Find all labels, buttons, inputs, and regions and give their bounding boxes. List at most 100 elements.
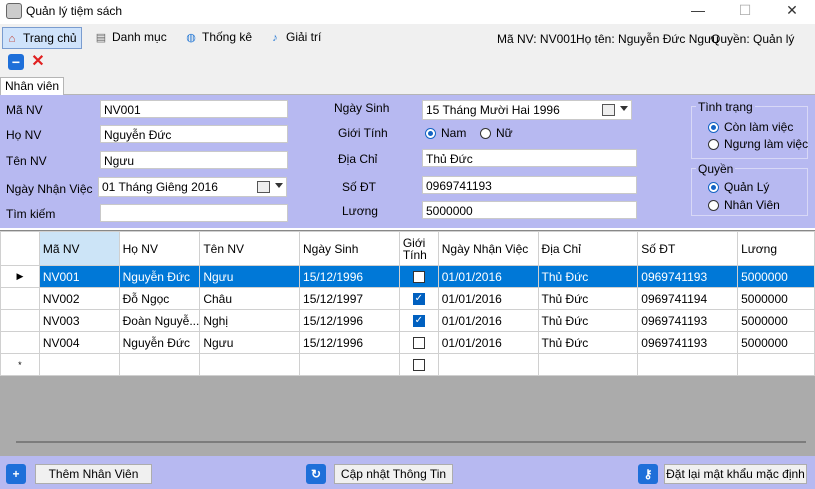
menu-item-danh-muc[interactable]: ▤ Danh mục	[92, 27, 171, 47]
nhan-vien-radio[interactable]: Nhân Viên	[708, 198, 780, 212]
table-cell-ngay-nv[interactable]: 01/01/2016	[437, 265, 539, 288]
table-cell-ho[interactable]: Đỗ Ngọc	[118, 287, 201, 310]
table-row[interactable]: ▶ NV001 Nguyễn Đức Ngưu 15/12/1996 01/01/2016…	[0, 265, 815, 288]
table-cell-sdt[interactable]: 0969741193	[637, 331, 739, 354]
table-cell-gioi-tinh[interactable]	[398, 265, 439, 288]
table-cell[interactable]	[737, 353, 815, 376]
table-cell-ngay-sinh[interactable]: 15/12/1996	[299, 265, 400, 288]
table-cell-ngay-sinh[interactable]: 15/12/1997	[299, 287, 400, 310]
ngung-lam-viec-radio[interactable]: Ngưng làm việc	[708, 137, 808, 151]
table-cell[interactable]	[199, 353, 301, 376]
add-icon[interactable]: +	[6, 464, 26, 484]
table-cell-ngay-nv[interactable]: 01/01/2016	[437, 287, 539, 310]
so-dt-input[interactable]: 0969741193	[422, 176, 637, 194]
table-cell-dia-chi[interactable]: Thủ Đức	[537, 309, 639, 332]
column-header-ngay-sinh[interactable]: Ngày Sinh	[299, 231, 400, 266]
search-input[interactable]	[100, 204, 288, 222]
table-cell-ho[interactable]: Đoàn Nguyễ...	[118, 309, 201, 332]
table-cell[interactable]	[437, 353, 539, 376]
ma-nv-input[interactable]: NV001	[100, 100, 288, 118]
table-cell[interactable]	[398, 353, 439, 376]
table-cell-luong[interactable]: 5000000	[737, 265, 815, 288]
table-cell[interactable]	[299, 353, 400, 376]
row-header[interactable]: *	[0, 353, 40, 376]
new-table-row[interactable]: *	[0, 353, 815, 376]
column-header-ho-nv[interactable]: Họ NV	[118, 231, 201, 266]
table-cell-luong[interactable]: 5000000	[737, 287, 815, 310]
checkbox-checked-icon[interactable]: ✓	[412, 293, 425, 306]
table-cell-luong[interactable]: 5000000	[737, 331, 815, 354]
quan-ly-radio[interactable]: Quản Lý	[708, 180, 769, 194]
checkbox-checked-icon[interactable]: ✓	[412, 315, 425, 328]
table-cell[interactable]	[118, 353, 201, 376]
table-cell-ho[interactable]: Nguyễn Đức	[118, 331, 201, 354]
close-child-button[interactable]: ✕	[30, 54, 46, 70]
column-header-so-dt[interactable]: Số ĐT	[637, 231, 739, 266]
table-cell-ten[interactable]: Ngưu	[199, 331, 301, 354]
tab-nhan-vien[interactable]: Nhân viên	[0, 77, 65, 95]
table-cell-gioi-tinh[interactable]	[398, 331, 439, 354]
menu-item-trang-chu[interactable]: ⌂ Trang chủ	[2, 27, 82, 49]
table-cell-ten[interactable]: Ngưu	[199, 265, 301, 288]
table-cell-ma[interactable]: NV003	[38, 309, 120, 332]
table-cell[interactable]	[537, 353, 639, 376]
gioi-tinh-nu-radio[interactable]: Nữ	[480, 126, 513, 140]
table-cell-ngay-nv[interactable]: 01/01/2016	[437, 309, 539, 332]
ngay-sinh-picker[interactable]: 15 Tháng Mười Hai 1996	[422, 100, 632, 120]
column-header-gioi-tinh[interactable]: Giới Tính	[398, 231, 439, 266]
key-icon[interactable]: ⚷	[638, 464, 658, 484]
column-header-luong[interactable]: Lương	[737, 231, 815, 266]
table-row[interactable]: NV003 Đoàn Nguyễ... Nghị 15/12/1996 ✓ 01/01/2…	[0, 309, 815, 332]
table-cell-ten[interactable]: Châu	[199, 287, 301, 310]
table-cell-ngay-sinh[interactable]: 15/12/1996	[299, 331, 400, 354]
luong-input[interactable]: 5000000	[422, 201, 637, 219]
ho-nv-input[interactable]: Nguyễn Đức	[100, 125, 288, 143]
checkbox-unchecked-icon[interactable]	[412, 337, 425, 350]
table-cell-ngay-nv[interactable]: 01/01/2016	[437, 331, 539, 354]
table-cell-ma[interactable]: NV001	[38, 265, 120, 288]
table-cell-ma[interactable]: NV004	[38, 331, 120, 354]
menu-item-giai-tri[interactable]: ♪ Giải trí	[266, 27, 325, 47]
con-lam-viec-radio[interactable]: Còn làm việc	[708, 120, 793, 134]
row-header[interactable]	[0, 287, 40, 310]
menu-item-thong-ke[interactable]: ◍ Thống kê	[182, 27, 256, 47]
table-cell-dia-chi[interactable]: Thủ Đức	[537, 287, 639, 310]
table-cell-dia-chi[interactable]: Thủ Đức	[537, 265, 639, 288]
column-header-ten-nv[interactable]: Tên NV	[199, 231, 301, 266]
table-cell-sdt[interactable]: 0969741194	[637, 287, 739, 310]
row-header[interactable]	[0, 309, 40, 332]
table-cell[interactable]	[38, 353, 120, 376]
table-row[interactable]: NV002 Đỗ Ngọc Châu 15/12/1997 ✓ 01/01/2016 Thủ…	[0, 287, 815, 310]
gioi-tinh-nam-radio[interactable]: Nam	[425, 126, 466, 140]
add-employee-button[interactable]: Thêm Nhân Viên	[35, 464, 152, 484]
checkbox-unchecked-icon[interactable]	[412, 271, 425, 284]
table-cell-luong[interactable]: 5000000	[737, 309, 815, 332]
ten-nv-input[interactable]: Ngưu	[100, 151, 288, 169]
table-cell-ten[interactable]: Nghị	[199, 309, 301, 332]
column-header-ngay-nhan-viec[interactable]: Ngày Nhận Việc	[437, 231, 539, 266]
table-row[interactable]: NV004 Nguyễn Đức Ngưu 15/12/1996 01/01/2016 T…	[0, 331, 815, 354]
row-header[interactable]: ▶	[0, 265, 40, 288]
refresh-icon[interactable]: ↻	[306, 464, 326, 484]
table-cell-ma[interactable]: NV002	[38, 287, 120, 310]
dia-chi-input[interactable]: Thủ Đức	[422, 149, 637, 167]
ngay-nhan-viec-picker[interactable]: 01 Tháng Giêng 2016	[98, 177, 287, 197]
column-header-ma-nv[interactable]: Mã NV	[38, 231, 120, 266]
table-cell-sdt[interactable]: 0969741193	[637, 309, 739, 332]
minimize-child-button[interactable]: −	[8, 54, 24, 70]
table-cell-gioi-tinh[interactable]: ✓	[398, 309, 439, 332]
table-cell-dia-chi[interactable]: Thủ Đức	[537, 331, 639, 354]
table-cell-ngay-sinh[interactable]: 15/12/1996	[299, 309, 400, 332]
table-cell-sdt[interactable]: 0969741193	[637, 265, 739, 288]
minimize-button[interactable]: —	[675, 0, 721, 22]
table-cell-ho[interactable]: Nguyễn Đức	[118, 265, 201, 288]
employee-grid[interactable]: Mã NV Họ NV Tên NV Ngày Sinh Giới Tính N…	[0, 230, 815, 456]
checkbox-unchecked-icon[interactable]	[412, 359, 425, 372]
row-header[interactable]	[0, 331, 40, 354]
table-cell-gioi-tinh[interactable]: ✓	[398, 287, 439, 310]
table-cell[interactable]	[637, 353, 739, 376]
maximize-button[interactable]: ☐	[722, 0, 768, 22]
close-button[interactable]: ✕	[769, 0, 815, 22]
reset-password-button[interactable]: Đặt lại mật khẩu mặc định	[664, 464, 807, 484]
horizontal-scrollbar[interactable]	[16, 441, 806, 443]
